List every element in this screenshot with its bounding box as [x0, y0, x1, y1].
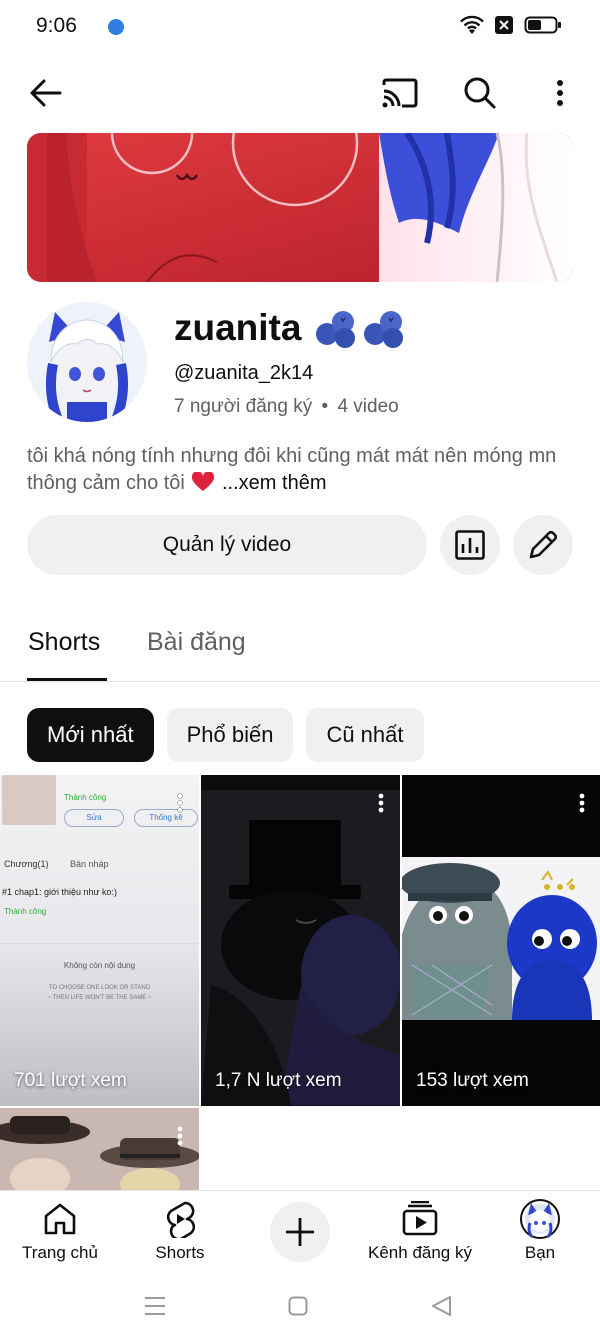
short-views: 153 lượt xem [416, 1070, 529, 1091]
back-triangle-icon[interactable] [430, 1295, 452, 1317]
battery-icon [524, 16, 561, 34]
blueberry-emoji-icon [316, 311, 404, 348]
wifi-icon [460, 15, 484, 34]
nav-shorts-label: Shorts [155, 1243, 205, 1262]
analytics-icon [455, 530, 485, 560]
thumb-stats-pill: Thống kê [134, 809, 198, 827]
short-menu-icon[interactable] [177, 1126, 183, 1146]
top-app-bar [0, 70, 600, 118]
video-count: 4 video [337, 396, 399, 417]
create-button[interactable] [270, 1202, 330, 1262]
thumb-draft-tab: Bản nháp [70, 859, 109, 869]
avatar-icon [520, 1199, 560, 1239]
nav-home[interactable]: Trang chủ [0, 1199, 120, 1263]
home-icon [44, 1203, 76, 1235]
subscriber-count: 7 người đăng ký [174, 396, 313, 417]
manage-videos-label: Quản lý video [162, 533, 292, 556]
thumb-chapter-tab: Chương(1) [4, 859, 49, 869]
cast-button[interactable] [378, 71, 422, 115]
sort-chips: Mới nhất Phổ biến Cũ nhất [27, 708, 424, 762]
system-navigation-bar [0, 1283, 600, 1343]
stats-separator: • [321, 396, 329, 417]
home-square-icon[interactable] [288, 1296, 308, 1316]
edit-channel-button[interactable] [513, 515, 573, 575]
back-button[interactable] [24, 71, 68, 115]
status-icons [460, 14, 562, 36]
thumb-no-content: Không còn nội dung [63, 961, 136, 970]
shorts-icon [166, 1201, 196, 1238]
read-more-link[interactable]: ...xem thêm [222, 472, 326, 494]
subscriptions-icon [402, 1201, 438, 1236]
thumb-divider [0, 943, 199, 944]
no-sim-icon [495, 16, 513, 34]
menu-lines-icon[interactable] [144, 1296, 166, 1316]
red-heart-icon [192, 471, 215, 491]
cast-icon [382, 78, 418, 108]
thumb-chapter-title: #1 chap1: giới thiệu như ko:) [2, 887, 117, 897]
short-tile[interactable]: 153 lượt xem [402, 775, 600, 1106]
short-views: 1,7 N lượt xem [215, 1070, 342, 1091]
nav-subscriptions-label: Kênh đăng ký [368, 1243, 472, 1262]
channel-tabs: Shorts Bài đăng [0, 612, 600, 682]
avatar-image [27, 302, 147, 422]
nav-you-label: Bạn [524, 1243, 556, 1262]
short-menu-icon[interactable] [378, 793, 384, 813]
channel-name-text: zuanita [174, 307, 302, 348]
nav-shorts[interactable]: Shorts [120, 1199, 240, 1263]
thumb-chapter-status: Thành công [4, 907, 47, 916]
nav-home-label: Trang chủ [22, 1243, 98, 1262]
thumb-cat-image [2, 775, 56, 825]
pencil-icon [529, 530, 558, 559]
short-thumbnail [0, 1108, 199, 1190]
thumb-quote-line1: TO CHOOSE ONE LOOK OR STAND [48, 985, 151, 991]
channel-name: zuanita [174, 306, 407, 350]
status-time: 9:06 [36, 14, 77, 37]
chip-popular[interactable]: Phổ biến [166, 708, 294, 762]
bottom-navigation: Trang chủ Shorts Kênh đăng ký Bạn [0, 1190, 600, 1275]
search-button[interactable] [458, 71, 502, 115]
manage-videos-button[interactable]: Quản lý video [27, 515, 427, 575]
search-icon [464, 77, 496, 109]
short-tile[interactable]: Thành công Sửa Thống kê Chương(1) Bản nh… [0, 775, 199, 1106]
short-menu-icon[interactable] [579, 793, 585, 813]
chip-newest[interactable]: Mới nhất [27, 708, 154, 762]
nav-subscriptions[interactable]: Kênh đăng ký [360, 1199, 480, 1263]
short-thumbnail [201, 775, 400, 1106]
tab-shorts[interactable]: Shorts [28, 628, 100, 657]
thumb-status: Thành công [64, 793, 107, 802]
channel-banner [27, 133, 573, 282]
chip-oldest[interactable]: Cũ nhất [306, 708, 424, 762]
active-tab-indicator [27, 678, 107, 681]
nav-you[interactable]: Bạn [480, 1199, 600, 1263]
channel-handle: @zuanita_2k14 [174, 362, 314, 384]
plus-icon [286, 1218, 314, 1246]
app-notification-icon [108, 19, 124, 35]
status-bar: 9:06 [0, 0, 600, 54]
short-tile[interactable] [0, 1108, 199, 1190]
analytics-button[interactable] [440, 515, 500, 575]
short-views: 701 lượt xem [14, 1070, 127, 1091]
tab-posts[interactable]: Bài đăng [147, 628, 246, 657]
short-tile[interactable]: 1,7 N lượt xem [201, 775, 400, 1106]
thumb-quote-line2: ~ THEN LIFE WON'T BE THE SAME ~ [47, 995, 152, 1001]
short-thumbnail [402, 775, 600, 1106]
channel-stats: 7 người đăng ký • 4 video [174, 396, 399, 418]
banner-image [27, 133, 573, 282]
channel-description[interactable]: tôi khá nóng tính nhưng đôi khi cũng mát… [27, 443, 573, 497]
more-options-button[interactable] [538, 71, 582, 115]
arrow-left-icon [30, 79, 62, 107]
thumb-edit-pill: Sửa [64, 809, 124, 827]
more-vert-icon [557, 80, 563, 106]
channel-avatar[interactable] [27, 302, 147, 422]
short-menu-icon[interactable] [177, 793, 183, 813]
